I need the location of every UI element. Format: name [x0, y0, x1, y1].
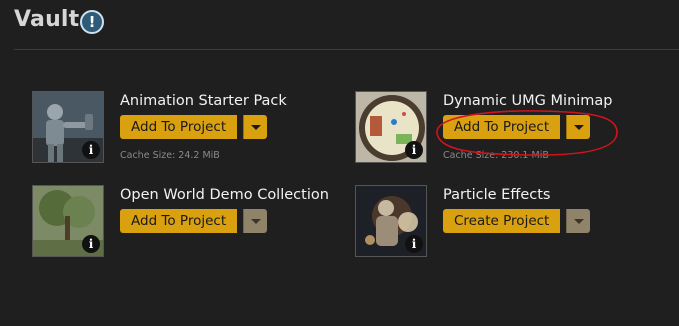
dropdown-caret-icon[interactable]: [566, 115, 590, 139]
item-title: Particle Effects: [443, 187, 551, 203]
alert-icon[interactable]: !: [80, 10, 104, 34]
item-title: Dynamic UMG Minimap: [443, 93, 613, 109]
minimap-thumbnail[interactable]: i: [355, 91, 427, 163]
create-project-button[interactable]: Create Project: [443, 209, 561, 233]
info-icon[interactable]: i: [405, 141, 423, 159]
forest-thumbnail[interactable]: i: [32, 185, 104, 257]
particle-thumbnail[interactable]: i: [355, 185, 427, 257]
divider: [14, 49, 679, 50]
vault-item-particle-effects: i Particle Effects Create Project: [355, 185, 675, 265]
dropdown-caret-icon[interactable]: [566, 209, 590, 233]
vault-item-open-world-demo-collection: i Open World Demo Collection Add To Proj…: [32, 185, 352, 265]
page-title: Vault: [14, 7, 80, 32]
cache-size: Cache Size: 24.2 MiB: [120, 150, 220, 161]
item-title: Animation Starter Pack: [120, 93, 287, 109]
cache-size: Cache Size: 230.1 MiB: [443, 150, 549, 161]
info-icon[interactable]: i: [82, 141, 100, 159]
add-to-project-button[interactable]: Add To Project: [120, 115, 238, 139]
item-title: Open World Demo Collection: [120, 187, 329, 203]
add-to-project-button[interactable]: Add To Project: [443, 115, 561, 139]
info-icon[interactable]: i: [82, 235, 100, 253]
vault-header: Vault !: [0, 0, 679, 50]
info-icon[interactable]: i: [405, 235, 423, 253]
add-to-project-button[interactable]: Add To Project: [120, 209, 238, 233]
dropdown-caret-icon[interactable]: [243, 209, 267, 233]
dropdown-caret-icon[interactable]: [243, 115, 267, 139]
robot-character-thumbnail[interactable]: i: [32, 91, 104, 163]
vault-item-animation-starter-pack: i Animation Starter Pack Add To Project …: [32, 91, 352, 171]
vault-item-dynamic-umg-minimap: i Dynamic UMG Minimap Add To Project Cac…: [355, 91, 675, 171]
